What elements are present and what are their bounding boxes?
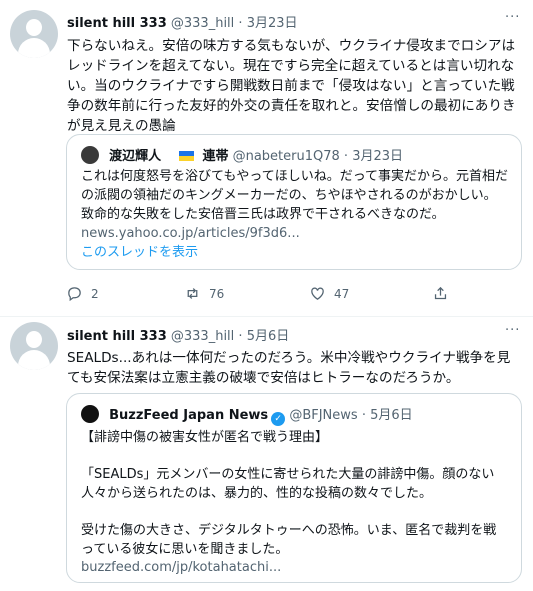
quoted-link[interactable]: buzzfeed.com/jp/kotahatachi...	[81, 558, 509, 577]
avatar	[81, 146, 99, 164]
avatar[interactable]	[10, 10, 58, 58]
quoted-author-handle: @nabeteru1Q78	[232, 149, 340, 164]
reply-icon	[68, 287, 81, 302]
tweet-date[interactable]: 3月23日	[247, 16, 298, 31]
quoted-text: これは何度怒号を浴びてもやってほしいね。だって事実だから。元首相だの派閥の領袖だ…	[81, 169, 509, 222]
quoted-link[interactable]: news.yahoo.co.jp/articles/9f3d6...	[81, 224, 509, 243]
buzzfeed-logo-icon	[81, 405, 99, 423]
author-name[interactable]: silent hill 333	[67, 16, 167, 31]
share-icon	[434, 286, 447, 300]
quoted-date: 3月23日	[352, 149, 404, 164]
like-button[interactable]: 47	[309, 285, 349, 302]
reply-button[interactable]: 2	[66, 285, 99, 302]
author-handle[interactable]: @333_hill	[171, 16, 234, 31]
author-name[interactable]: silent hill 333	[67, 329, 167, 344]
show-thread-link[interactable]: このスレッドを表示	[81, 243, 509, 262]
more-options-icon[interactable]: ···	[505, 10, 520, 25]
quoted-author-handle: @BFJNews	[289, 408, 358, 423]
quoted-tweet[interactable]: 渡辺輝人 連帯 @nabeteru1Q78 · 3月23日 これは何度怒号を浴び…	[66, 134, 522, 270]
ukraine-flag-icon	[179, 151, 195, 161]
tweet-text: 下らないねえ。安倍の味方する気もないが、ウクライナ侵攻までロシアはレッドラインを…	[67, 38, 516, 134]
tweet-text: SEALDs...あれは一体何だったのだろう。米中冷戦やウクライナ戦争を見ても安…	[67, 350, 511, 386]
more-options-icon[interactable]: ···	[505, 323, 520, 338]
avatar[interactable]	[10, 322, 58, 370]
verified-badge-icon: ✓	[271, 412, 286, 426]
tweet[interactable]: silent hill 333 @333_hill · 3月23日 ··· 下ら…	[0, 0, 533, 318]
retweet-icon	[187, 288, 198, 299]
quoted-author-name: 渡辺輝人	[109, 149, 162, 164]
quoted-text: 【誹謗中傷の被害女性が匿名で戦う理由】	[81, 430, 329, 445]
author-handle[interactable]: @333_hill	[171, 329, 234, 344]
quoted-text: 「SEALDs」元メンバーの女性に寄せられた大量の誹謗中傷。顔のない人々から送ら…	[81, 467, 495, 501]
quoted-date: 5月6日	[370, 408, 413, 423]
quoted-author-name: BuzzFeed Japan News	[109, 408, 269, 423]
quoted-text: 受けた傷の大きさ、デジタルタトゥーへの恐怖。いま、匿名で裁判を戦っている彼女に思…	[81, 523, 497, 557]
quoted-tweet[interactable]: BuzzFeed Japan News ✓ @BFJNews · 5月6日 【誹謗…	[66, 393, 522, 583]
heart-icon	[311, 287, 324, 300]
tweet[interactable]: silent hill 333 @333_hill · 5月6日 ··· SEA…	[0, 317, 533, 591]
retweet-button[interactable]: 76	[184, 285, 224, 302]
share-button[interactable]	[432, 285, 449, 302]
tweet-date[interactable]: 5月6日	[247, 329, 290, 344]
